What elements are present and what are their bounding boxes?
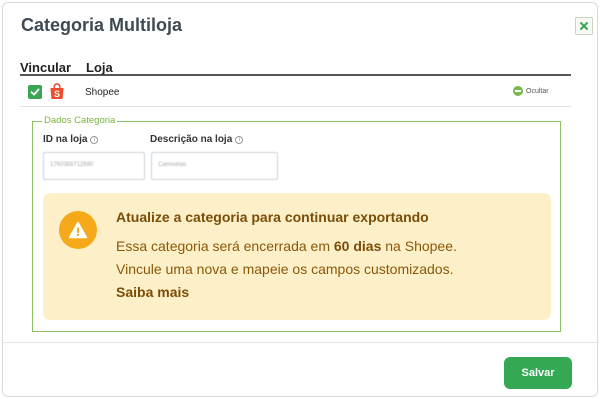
desc-label: Descrição na loja i [150, 134, 244, 145]
store-name: Shopee [85, 87, 120, 98]
alert-body: Essa categoria será encerrada em 60 dias… [116, 235, 546, 304]
id-label: ID na loja i [43, 134, 99, 145]
category-fieldset: Dados Categoria ID na loja i Descrição n… [32, 115, 561, 332]
svg-text:S: S [54, 89, 60, 99]
footer-divider [3, 342, 599, 343]
desc-label-text: Descrição na loja [150, 134, 233, 145]
store-id-field[interactable]: 1760388712690 [43, 152, 145, 180]
hide-button[interactable]: Ocultar [513, 85, 549, 97]
alert-title: Atualize a categoria para continuar expo… [116, 209, 429, 225]
alert-line-2: Vincule uma nova e mapeie os campos cust… [116, 261, 454, 277]
shopee-bag-icon: S [50, 83, 64, 99]
store-description-field[interactable]: Camisetas [151, 152, 278, 180]
link-checkbox[interactable] [28, 85, 42, 99]
table-header: Vincular Loja [20, 60, 571, 76]
fieldset-legend: Dados Categoria [42, 115, 118, 126]
hide-label: Ocultar [526, 87, 549, 95]
info-icon[interactable]: i [235, 135, 244, 144]
alert-line1-end: na Shopee. [381, 238, 457, 254]
table-row: S Shopee Ocultar [20, 79, 571, 107]
alert-days: 60 dias [333, 238, 382, 254]
alert-line-1: Essa categoria será encerrada em 60 dias… [116, 235, 546, 258]
modal-title: Categoria Multiloja [21, 15, 183, 35]
minus-circle-icon [513, 86, 523, 96]
category-modal: Categoria Multiloja Vincular Loja S Shop… [2, 2, 599, 397]
info-icon[interactable]: i [90, 135, 99, 144]
header-vincular: Vincular [20, 60, 72, 75]
learn-more-link[interactable]: Saiba mais [116, 281, 546, 304]
header-loja: Loja [86, 60, 113, 75]
warning-triangle-icon [59, 211, 97, 249]
alert-line1-start: Essa categoria será encerrada em [116, 238, 334, 254]
warning-alert: Atualize a categoria para continuar expo… [43, 193, 551, 320]
close-icon[interactable] [575, 17, 593, 35]
id-label-text: ID na loja [43, 134, 88, 145]
save-button[interactable]: Salvar [504, 357, 572, 389]
